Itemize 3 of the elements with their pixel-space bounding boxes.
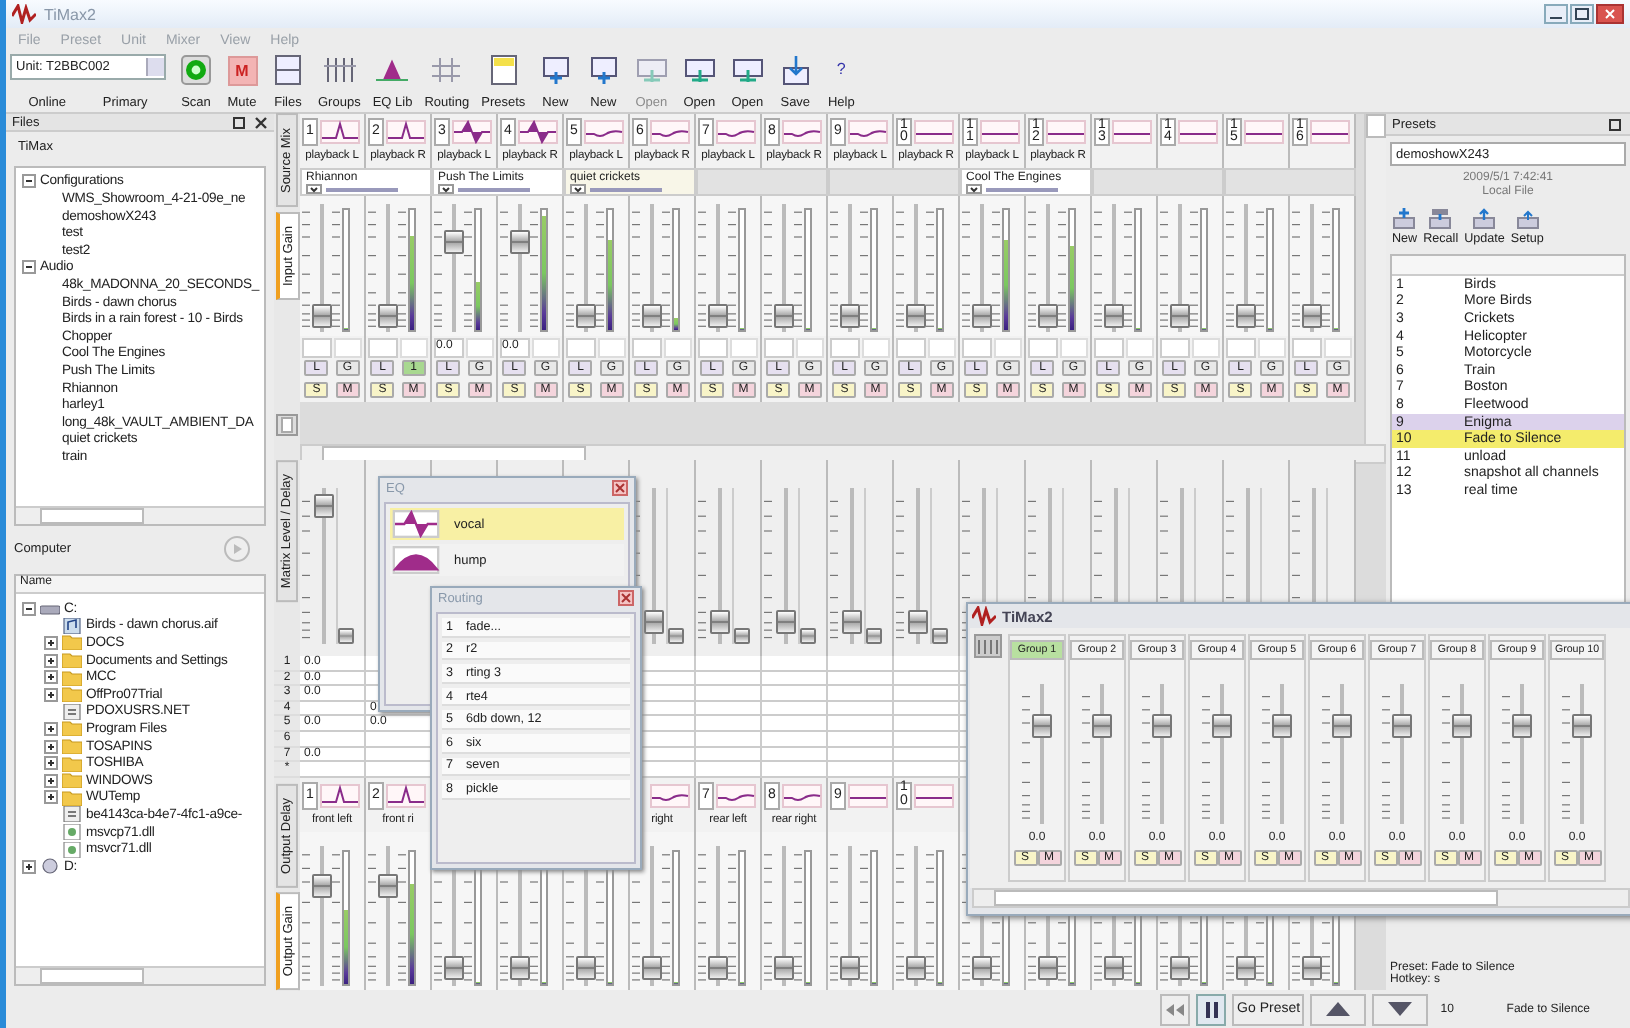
window-title: TiMax2	[44, 5, 96, 23]
help-glyph: ?	[834, 58, 848, 82]
mute-glyph: M	[227, 56, 257, 86]
